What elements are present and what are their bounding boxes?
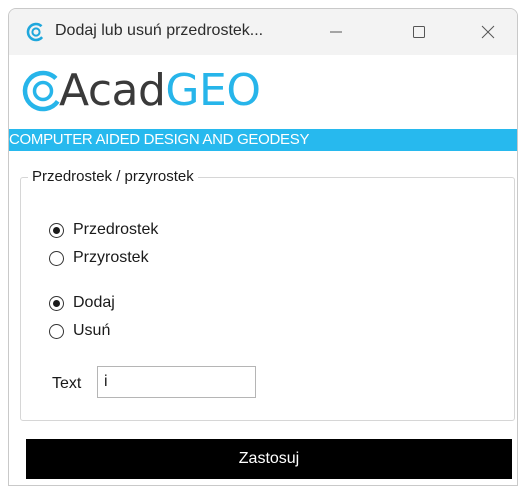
radio-dot [53, 226, 60, 234]
logo-geo: GEO [165, 65, 261, 116]
maximize-icon [413, 26, 425, 38]
window-title: Dodaj lub usuń przedrostek... [55, 22, 264, 39]
radio-circle[interactable] [49, 295, 64, 311]
apply-button[interactable]: Zastosuj [26, 439, 512, 479]
close-button[interactable] [465, 9, 511, 55]
logo-area: AcadGEO [9, 55, 517, 129]
text-field-label: Text [52, 375, 82, 392]
dialog-window: Dodaj lub usuń przedrostek... AcadGEO CO… [8, 8, 518, 486]
radio-label: Dodaj [73, 294, 115, 311]
radio-label: Przedrostek [73, 221, 159, 238]
minimize-icon [330, 31, 342, 33]
app-icon [26, 22, 46, 42]
logo-acad: Acad [59, 65, 166, 116]
radio-circle[interactable] [49, 222, 64, 238]
radio-circle[interactable] [49, 323, 64, 339]
radio-label: Usuń [73, 322, 111, 339]
radio-przyrostek[interactable]: Przyrostek [49, 247, 149, 269]
text-input[interactable] [97, 366, 256, 398]
radio-dodaj[interactable]: Dodaj [49, 292, 115, 314]
radio-circle[interactable] [49, 250, 64, 266]
maximize-button[interactable] [396, 9, 442, 55]
prefix-suffix-group: Przedrostek / przyrostek Przedrostek Prz… [20, 168, 515, 421]
radio-przedrostek[interactable]: Przedrostek [49, 219, 158, 241]
close-icon [481, 25, 495, 39]
tagline-banner: COMPUTER AIDED DESIGN AND GEODESY [9, 129, 517, 151]
radio-dot [53, 299, 60, 307]
group-legend: Przedrostek / przyrostek [28, 168, 198, 185]
acadgeo-logo: AcadGEO [59, 61, 261, 121]
title-bar[interactable]: Dodaj lub usuń przedrostek... [9, 9, 517, 55]
radio-label: Przyrostek [73, 249, 149, 266]
dialog-content: Przedrostek / przyrostek Przedrostek Prz… [9, 151, 517, 485]
minimize-button[interactable] [313, 9, 359, 55]
radio-usun[interactable]: Usuń [49, 320, 110, 342]
